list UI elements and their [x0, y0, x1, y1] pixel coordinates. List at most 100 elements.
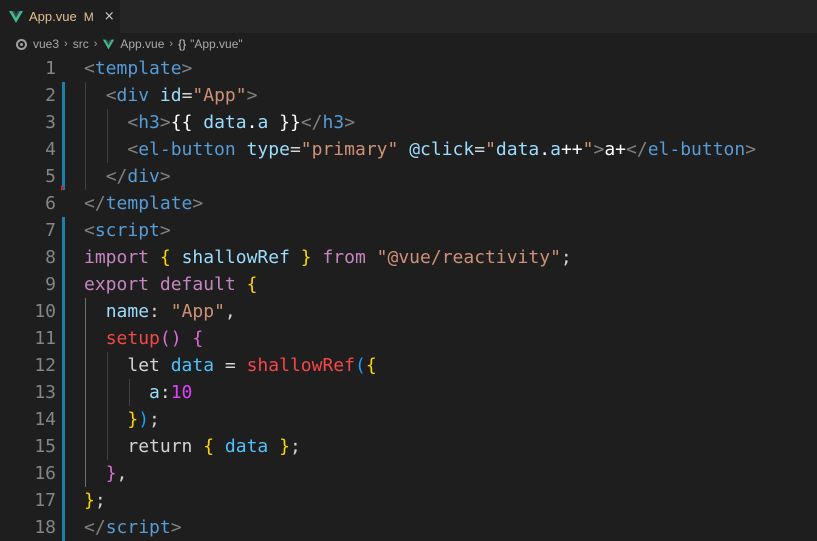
tab-app-vue[interactable]: App.vue M ×: [0, 0, 120, 33]
code-line[interactable]: 7 <script>: [0, 217, 817, 244]
code-text: </template>: [84, 190, 203, 217]
code-text: return { data };: [84, 433, 300, 460]
code-token: setup: [105, 328, 160, 349]
code-text: name: "App",: [84, 298, 236, 325]
breadcrumb-item-src[interactable]: src: [73, 37, 89, 51]
code-token: ;: [149, 409, 160, 430]
line-number: 2: [45, 85, 56, 106]
code-text: };: [84, 487, 106, 514]
code-token: el-button: [647, 139, 746, 160]
code-token: div: [127, 166, 160, 187]
code-line[interactable]: 3 <h3>{{ data.a }}</h3>: [0, 109, 817, 136]
code-line[interactable]: 6 </template>: [0, 190, 817, 217]
line-number: 12: [34, 355, 56, 376]
line-number: 5: [45, 166, 56, 187]
line-number: 17: [34, 490, 56, 511]
code-line[interactable]: 5 </div>: [0, 163, 817, 190]
code-token: {: [192, 328, 204, 349]
code-text: <div id="App">: [84, 82, 258, 109]
code-text: let data = shallowRef({: [84, 352, 376, 379]
line-number: 16: [34, 463, 56, 484]
code-token: </: [84, 517, 106, 538]
code-token: a: [550, 139, 561, 160]
code-token: return: [127, 436, 193, 457]
code-token: data: [170, 355, 215, 376]
code-line[interactable]: 10 name: "App",: [0, 298, 817, 325]
breadcrumb-label: src: [72, 37, 89, 51]
code-token: </: [626, 139, 648, 160]
line-number: 13: [34, 382, 56, 403]
code-token: "App": [192, 85, 247, 106]
code-token: ": [485, 139, 496, 160]
breadcrumb-label: "App.vue": [190, 37, 243, 51]
line-number: 11: [34, 328, 56, 349]
code-line[interactable]: 2 <div id="App">: [0, 82, 817, 109]
code-text: },: [84, 460, 128, 487]
code-token: .: [246, 112, 258, 133]
code-token: data: [495, 139, 540, 160]
chevron-right-icon: ›: [169, 38, 174, 50]
code-token: ": [582, 139, 594, 160]
code-token: {: [159, 247, 171, 268]
line-number: 9: [45, 274, 56, 295]
code-text: </script>: [84, 514, 182, 541]
code-editor[interactable]: 1 <template> 2 <div id="App"> 3 <h3>{{ data…: [0, 55, 817, 541]
breadcrumb-item-app-vue[interactable]: App.vue: [102, 37, 164, 51]
code-line[interactable]: 18 </script>: [0, 514, 817, 541]
vue-logo-icon: [103, 39, 115, 49]
code-token: shallowRef: [246, 355, 355, 376]
breadcrumb-label: App.vue: [120, 37, 165, 51]
code-token: div: [116, 85, 150, 106]
code-token: (: [354, 355, 366, 376]
breadcrumb-item-symbol[interactable]: {} "App.vue": [178, 37, 243, 51]
code-text: <el-button type="primary" @click="data.a…: [84, 136, 756, 163]
code-token: "@vue/reactivity": [376, 247, 561, 268]
code-line[interactable]: 4 <el-button type="primary" @click="data…: [0, 136, 817, 163]
code-token: >: [192, 193, 204, 214]
code-token: script: [105, 517, 171, 538]
code-token: <: [105, 85, 117, 106]
code-token: ;: [560, 247, 572, 268]
code-token: export: [84, 274, 150, 295]
code-line[interactable]: 11 setup() {: [0, 325, 817, 352]
code-token: @click: [409, 139, 475, 160]
code-line[interactable]: 9 export default {: [0, 271, 817, 298]
breadcrumb-item-vue3[interactable]: vue3: [16, 37, 59, 51]
line-number: 7: [45, 220, 56, 241]
code-line[interactable]: 17};: [0, 487, 817, 514]
modified-indicator: M: [83, 9, 94, 24]
tab-label: App.vue: [29, 9, 77, 24]
code-text: <h3>{{ data.a }}</h3>: [84, 109, 355, 136]
code-token: shallowRef: [181, 247, 290, 268]
code-token: >: [159, 112, 171, 133]
code-token: {{: [170, 112, 204, 133]
code-token: type: [246, 139, 290, 160]
line-number: 15: [34, 436, 56, 457]
code-text: setup() {: [84, 325, 204, 352]
code-token: script: [94, 220, 160, 241]
code-token: >: [593, 139, 605, 160]
close-icon[interactable]: ×: [104, 9, 115, 24]
code-token: >: [745, 139, 757, 160]
code-line[interactable]: 15 return { data };: [0, 433, 817, 460]
code-line[interactable]: 12 let data = shallowRef({: [0, 352, 817, 379]
code-line[interactable]: 8 import { shallowRef } from "@vue/reacti…: [0, 244, 817, 271]
code-line[interactable]: 1 <template>: [0, 55, 817, 82]
code-token: data: [224, 436, 269, 457]
line-number: 8: [45, 247, 56, 268]
code-token: =: [289, 139, 301, 160]
line-number: 4: [45, 139, 56, 160]
code-line[interactable]: 16 },: [0, 460, 817, 487]
code-line[interactable]: 13 a:10: [0, 379, 817, 406]
line-number: 1: [45, 58, 56, 79]
code-line[interactable]: 14 });: [0, 406, 817, 433]
